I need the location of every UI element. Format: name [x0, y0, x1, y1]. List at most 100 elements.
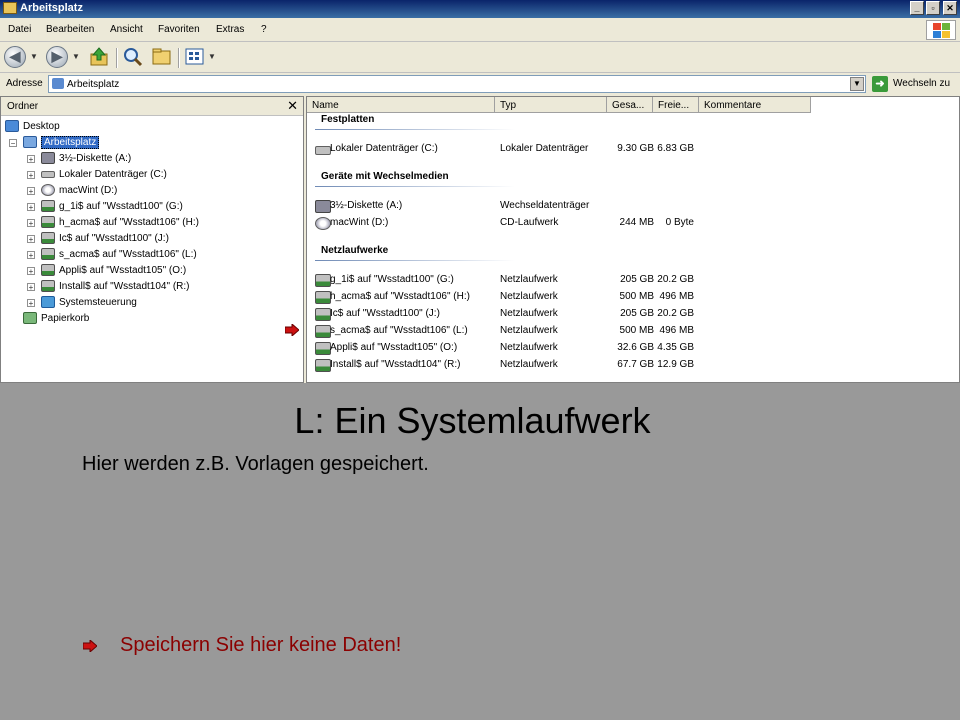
drive-type: Netzlaufwerk: [500, 274, 558, 285]
folder-tree-label: s_acma$ auf "Wsstadt106" (L:): [59, 249, 197, 260]
search-icon[interactable]: [122, 46, 144, 68]
forward-icon[interactable]: ▶: [46, 46, 68, 68]
toolbar-separator: [178, 48, 180, 68]
folder-tree-item[interactable]: + s_acma$ auf "Wsstadt106" (L:): [1, 247, 301, 263]
red-arrow-pointer-icon: [285, 324, 299, 336]
group-divider: [315, 129, 515, 130]
folder-tree-item[interactable]: + Systemsteuerung: [1, 295, 301, 311]
address-field[interactable]: Arbeitsplatz ▼: [48, 75, 866, 93]
expand-icon[interactable]: +: [27, 155, 35, 164]
folder-tree-item[interactable]: + h_acma$ auf "Wsstadt106" (H:): [1, 215, 301, 231]
drive-free-space: 20.2 GB: [657, 308, 694, 319]
back-icon[interactable]: ◀: [4, 46, 26, 68]
network-drive-icon: [315, 308, 331, 321]
expand-icon[interactable]: +: [27, 267, 35, 276]
folders-icon[interactable]: [151, 46, 173, 68]
slide-warning: Speichern Sie hier keine Daten!: [120, 634, 402, 656]
drive-row[interactable]: 3½-Diskette (A:) Wechseldatenträger: [307, 198, 959, 214]
drive-type: Netzlaufwerk: [500, 291, 558, 302]
close-button[interactable]: ✕: [943, 1, 957, 15]
expand-icon[interactable]: +: [27, 299, 35, 308]
drive-row[interactable]: s_acma$ auf "Wsstadt106" (L:) Netzlaufwer…: [307, 323, 959, 339]
folders-pane-title: Ordner: [7, 101, 39, 112]
folder-tree-item[interactable]: + g_1i$ auf "Wsstadt100" (G:): [1, 199, 301, 215]
group-header: Festplatten: [321, 114, 375, 125]
folder-tree-item[interactable]: Desktop: [1, 119, 301, 135]
address-value: Arbeitsplatz: [67, 79, 120, 90]
cd-drive-icon: [41, 184, 55, 196]
forward-dropdown-icon[interactable]: ▼: [72, 52, 80, 61]
network-drive-icon: [41, 280, 55, 292]
menu-ansicht[interactable]: Ansicht: [110, 24, 143, 35]
expand-icon[interactable]: +: [27, 219, 35, 228]
drive-row[interactable]: h_acma$ auf "Wsstadt106" (H:) Netzlaufwer…: [307, 289, 959, 305]
views-icon[interactable]: [184, 46, 206, 68]
drive-name: Ic$ auf "Wsstadt100" (J:): [330, 308, 440, 319]
red-arrow-bullet-icon: [83, 640, 97, 652]
drive-row[interactable]: Lokaler Datenträger (C:) Lokaler Datenträ…: [307, 141, 959, 157]
floppy-drive-icon: [41, 152, 55, 164]
expand-icon[interactable]: +: [27, 283, 35, 292]
column-header-type[interactable]: Typ: [495, 97, 607, 113]
expand-icon[interactable]: +: [27, 203, 35, 212]
menu-help[interactable]: ?: [261, 24, 267, 35]
back-dropdown-icon[interactable]: ▼: [30, 52, 38, 61]
drive-row[interactable]: Ic$ auf "Wsstadt100" (J:) Netzlaufwerk 205…: [307, 306, 959, 322]
folder-tree-item[interactable]: + Ic$ auf "Wsstadt100" (J:): [1, 231, 301, 247]
folder-tree-item[interactable]: + Install$ auf "Wsstadt104" (R:): [1, 279, 301, 295]
drive-row[interactable]: Install$ auf "Wsstadt104" (R:) Netzlaufwe…: [307, 357, 959, 373]
group-divider: [315, 186, 515, 187]
menu-bearbeiten[interactable]: Bearbeiten: [46, 24, 94, 35]
network-drive-icon: [315, 274, 331, 287]
column-header-total-size[interactable]: Gesa...: [607, 97, 653, 113]
go-button[interactable]: Wechseln zu: [893, 78, 950, 89]
collapse-icon[interactable]: −: [9, 139, 17, 148]
go-arrow-icon[interactable]: ➜: [872, 76, 888, 92]
menu-extras[interactable]: Extras: [216, 24, 244, 35]
drive-row[interactable]: macWint (D:) CD-Laufwerk 244 MB 0 Byte: [307, 215, 959, 231]
column-header-name[interactable]: Name: [307, 97, 495, 113]
views-dropdown-icon[interactable]: ▼: [208, 52, 216, 61]
expand-icon[interactable]: +: [27, 251, 35, 260]
hard-drive-icon: [315, 146, 331, 155]
minimize-button[interactable]: _: [910, 1, 924, 15]
network-drive-icon: [41, 248, 55, 260]
network-drive-icon: [41, 232, 55, 244]
menu-datei[interactable]: Datei: [8, 24, 31, 35]
drive-row[interactable]: Appli$ auf "Wsstadt105" (O:) Netzlaufwerk…: [307, 340, 959, 356]
expand-icon[interactable]: +: [27, 187, 35, 196]
maximize-button[interactable]: ▫: [926, 1, 940, 15]
column-header-comments[interactable]: Kommentare: [699, 97, 811, 113]
folder-tree-item[interactable]: +3½-Diskette (A:): [1, 151, 301, 167]
folder-tree-label: g_1i$ auf "Wsstadt100" (G:): [59, 201, 183, 212]
network-drive-icon: [315, 325, 331, 338]
recycle-bin-icon: [23, 312, 37, 324]
network-drive-icon: [41, 216, 55, 228]
folders-pane-close-button[interactable]: ✕: [287, 98, 298, 114]
folder-tree-item[interactable]: + macWint (D:): [1, 183, 301, 199]
drive-name: Install$ auf "Wsstadt104" (R:): [330, 359, 461, 370]
network-drive-icon: [315, 342, 331, 355]
folders-pane: Ordner ✕ Desktop − Arbeitsplatz +3½-Diskett…: [0, 96, 304, 383]
drive-name: Lokaler Datenträger (C:): [330, 143, 438, 154]
drive-row[interactable]: g_1i$ auf "Wsstadt100" (G:) Netzlaufwerk 2…: [307, 272, 959, 288]
folder-tree-item[interactable]: Papierkorb: [1, 311, 301, 327]
menu-favoriten[interactable]: Favoriten: [158, 24, 200, 35]
title-bar: Arbeitsplatz _ ▫ ✕: [0, 0, 960, 18]
address-dropdown-icon[interactable]: ▼: [850, 77, 864, 91]
drive-type: Netzlaufwerk: [500, 342, 558, 353]
folder-tree-label: h_acma$ auf "Wsstadt106" (H:): [59, 217, 199, 228]
drive-free-space: 0 Byte: [665, 217, 694, 228]
folder-tree-item[interactable]: + Appli$ auf "Wsstadt105" (O:): [1, 263, 301, 279]
column-header-free-space[interactable]: Freie...: [653, 97, 699, 113]
expand-icon[interactable]: +: [27, 171, 35, 180]
network-drive-icon: [41, 264, 55, 276]
up-folder-icon[interactable]: [88, 46, 110, 68]
expand-icon[interactable]: +: [27, 235, 35, 244]
file-list: Name Typ Gesa... Freie... Kommentare Fes…: [306, 96, 960, 383]
drive-type: Netzlaufwerk: [500, 359, 558, 370]
drive-name: 3½-Diskette (A:): [330, 200, 403, 211]
folder-tree-item[interactable]: − Arbeitsplatz: [1, 135, 301, 151]
slide-title: L: Ein Systemlaufwerk: [294, 400, 651, 441]
folder-tree-item[interactable]: + Lokaler Datenträger (C:): [1, 167, 301, 183]
